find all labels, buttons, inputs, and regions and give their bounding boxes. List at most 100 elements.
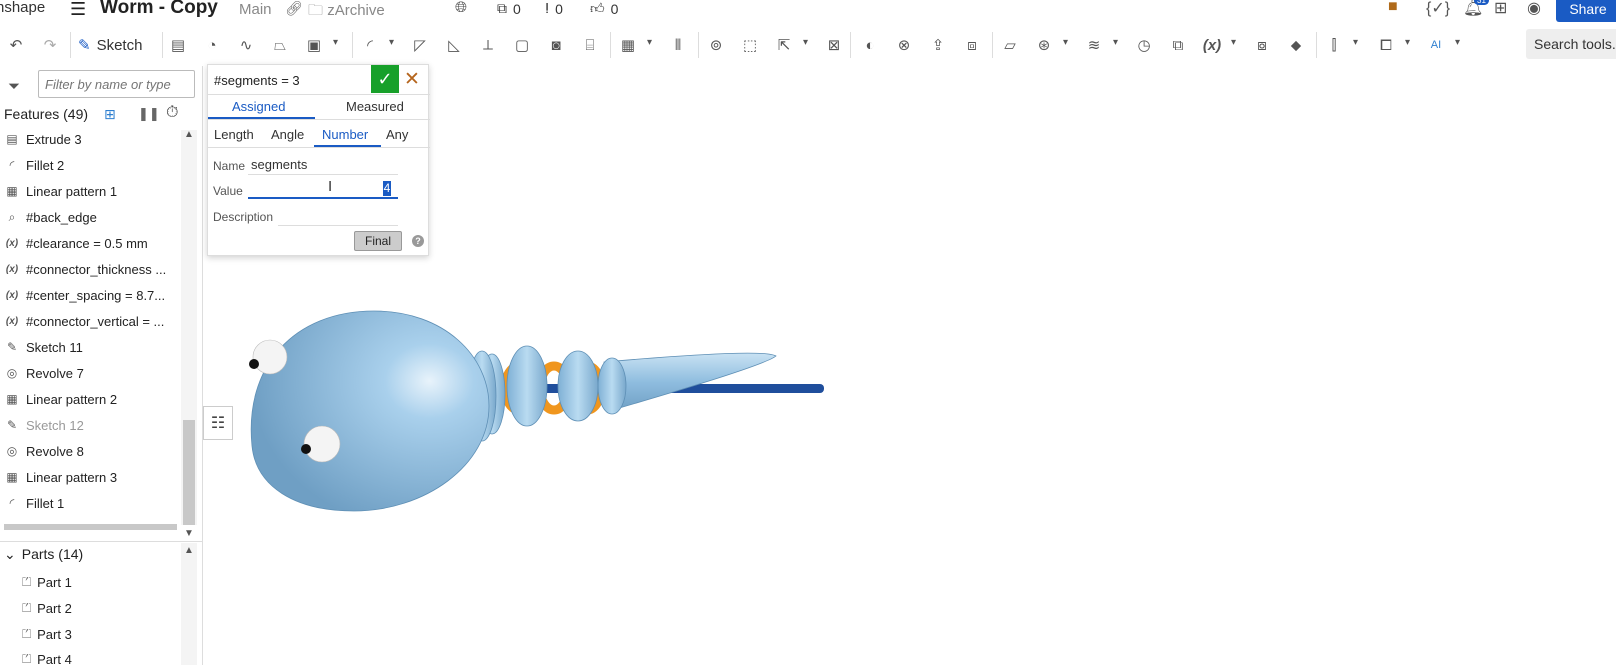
feature-item[interactable]: ◎ Revolve 7 (4, 362, 174, 384)
chamfer-icon[interactable]: ◸ (408, 33, 432, 57)
feature-item[interactable]: (x) #connector_thickness ... (4, 258, 174, 280)
feature-item[interactable]: (x) #center_spacing = 8.7... (4, 284, 174, 306)
rib-icon[interactable]: ⟂ (476, 33, 500, 57)
feature-item[interactable]: ▦ Linear pattern 3 (4, 466, 174, 488)
comments-counter[interactable]: ⵑ0 (545, 0, 563, 17)
parts-header[interactable]: ⌄ Parts (14) (4, 546, 83, 563)
close-icon[interactable]: ✕ (404, 68, 420, 91)
tab-assigned[interactable]: Assigned (232, 99, 285, 119)
ai-assistant-icon[interactable]: AI (1424, 33, 1448, 57)
chevron-down-icon[interactable]: ▾ (647, 37, 652, 48)
chevron-down-icon[interactable]: ▾ (1063, 37, 1068, 48)
extrude-icon[interactable]: ▤ (166, 33, 190, 57)
parts-scrollbar[interactable] (181, 543, 197, 665)
feature-item[interactable]: (x) #connector_vertical = ... (4, 310, 174, 332)
feature-item[interactable]: ▦ Linear pattern 1 (4, 180, 174, 202)
globe-icon[interactable]: 🌐︎ (455, 0, 467, 16)
chevron-down-icon[interactable]: ▾ (389, 37, 394, 48)
search-tools-button[interactable]: Search tools... (1526, 29, 1616, 59)
subtab-angle[interactable]: Angle (271, 127, 304, 142)
part-item[interactable]: ⏍ Part 1 (22, 571, 72, 593)
featurescript-icon[interactable]: {✓} (1426, 0, 1450, 18)
feature-item[interactable]: ◎ Revolve 8 (4, 440, 174, 462)
part-item[interactable]: ⏍ Part 4 (22, 648, 72, 670)
move-face-icon[interactable]: ⇪ (926, 33, 950, 57)
value-field[interactable] (248, 181, 398, 199)
replace-face-icon[interactable]: ⧈ (960, 33, 984, 57)
rollback-pause-icon[interactable]: ❚❚ (138, 106, 160, 122)
onshape-logo[interactable]: nshape (0, 0, 45, 16)
chevron-down-icon[interactable]: ▾ (1353, 37, 1358, 48)
versions-counter[interactable]: ⧉ 0 (497, 0, 521, 17)
chevron-down-icon[interactable]: ▾ (1113, 37, 1118, 48)
chevron-down-icon[interactable]: ▼ (184, 528, 194, 539)
timer-icon[interactable]: ⏱ (166, 104, 178, 122)
cylinder-icon[interactable]: ⌸ (578, 33, 602, 57)
transform-icon[interactable]: ⇱ (772, 33, 796, 57)
delete-face-icon[interactable]: ⊗ (892, 33, 916, 57)
subtab-any[interactable]: Any (386, 127, 408, 142)
tab-measured[interactable]: Measured (346, 99, 404, 119)
thicken-icon[interactable]: ▣ (302, 33, 326, 57)
user-avatar-icon[interactable]: ◉ (1527, 0, 1541, 18)
chevron-down-icon[interactable]: ▾ (1231, 37, 1236, 48)
feature-item[interactable]: (x) #clearance = 0.5 mm (4, 232, 174, 254)
boolean-icon[interactable]: ⊚ (704, 33, 728, 57)
share-button[interactable]: Share (1556, 0, 1616, 22)
sketch-button[interactable]: ✎ Sketch (78, 33, 142, 57)
link-icon[interactable]: 🔗︎ (285, 0, 303, 17)
final-button[interactable]: Final (354, 231, 402, 251)
likes-counter[interactable]: 👍︎ 0 (590, 0, 618, 17)
sheet-metal-icon[interactable]: ⫿ (1322, 33, 1346, 57)
variable-icon[interactable]: (x) (1200, 33, 1224, 57)
feature-item[interactable]: ⌕ #back_edge (4, 206, 174, 228)
plane-icon[interactable]: ▱ (998, 33, 1022, 57)
apps-grid-icon[interactable]: ⊞ (1494, 0, 1507, 18)
revolve-icon[interactable]: ◔ (200, 33, 224, 57)
redo-icon[interactable]: ↷ (38, 33, 62, 57)
cubes-icon[interactable]: ⧇ (1250, 33, 1274, 57)
measure-icon[interactable]: ◷ (1132, 33, 1156, 57)
sweep-icon[interactable]: ∿ (234, 33, 258, 57)
subtab-number[interactable]: Number (322, 127, 368, 142)
confirm-check-icon[interactable]: ✓ (371, 65, 399, 93)
description-field[interactable] (278, 208, 398, 226)
draft-icon[interactable]: ◺ (442, 33, 466, 57)
scrollbar-thumb[interactable] (183, 420, 195, 525)
part-item[interactable]: ⏍ Part 2 (22, 597, 72, 619)
undo-icon[interactable]: ↶ (4, 33, 28, 57)
feature-item[interactable]: ▦ Linear pattern 2 (4, 388, 174, 410)
menu-icon[interactable]: ☰ (70, 0, 86, 18)
feature-item[interactable]: ▤ Extrude 3 (4, 128, 174, 150)
frame-icon[interactable]: ⧠ (1374, 33, 1398, 57)
part-item[interactable]: ⏍ Part 3 (22, 623, 72, 645)
fillet-icon[interactable]: ◜ (358, 33, 382, 57)
chevron-up-icon[interactable]: ▲ (184, 129, 194, 140)
chevron-up-icon[interactable]: ▲ (184, 545, 194, 556)
helix-icon[interactable]: ≋ (1082, 33, 1106, 57)
chevron-down-icon[interactable]: ▾ (803, 37, 808, 48)
split-icon[interactable]: ⬚ (738, 33, 762, 57)
feature-item[interactable]: ✎ Sketch 11 (4, 336, 174, 358)
feature-item[interactable]: ◜ Fillet 2 (4, 154, 174, 176)
mirror-icon[interactable]: ⫴ (666, 33, 690, 57)
feature-item[interactable]: ✎ Sketch 12 (4, 414, 174, 436)
linear-pattern-icon[interactable]: ▦ (616, 33, 640, 57)
filter-icon[interactable]: ⏷ (8, 78, 20, 95)
filter-input[interactable] (38, 70, 195, 98)
app-store-icon[interactable]: ■ (1388, 0, 1398, 16)
subtab-length[interactable]: Length (214, 127, 254, 142)
chevron-down-icon[interactable]: ▾ (1405, 37, 1410, 48)
document-title[interactable]: Worm - Copy (100, 0, 218, 19)
shell-icon[interactable]: ▢ (510, 33, 534, 57)
delete-part-icon[interactable]: ⊠ (822, 33, 846, 57)
feature-item[interactable]: ◜ Fillet 1 (4, 492, 174, 514)
chevron-down-icon[interactable]: ▾ (333, 37, 338, 48)
add-folder-icon[interactable]: ⊞ (104, 106, 116, 123)
section-icon[interactable]: ⧉ (1166, 33, 1190, 57)
horizontal-scrollbar[interactable] (4, 524, 177, 530)
folder-breadcrumb[interactable]: 🗀 zArchive (308, 0, 385, 25)
list-toggle-icon[interactable]: ☷ (203, 406, 233, 440)
help-icon[interactable]: ? (412, 235, 424, 247)
hole-icon[interactable]: ◙ (544, 33, 568, 57)
